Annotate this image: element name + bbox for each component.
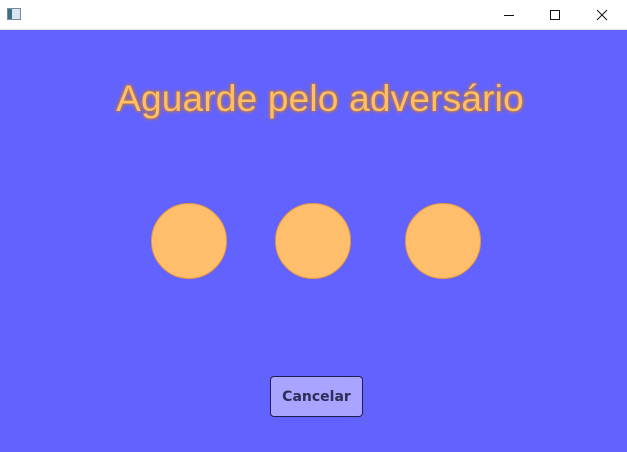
page-title: Aguarde pelo adversário: [116, 78, 524, 119]
cancel-button[interactable]: Cancelar: [270, 376, 363, 417]
title-bar: [0, 0, 627, 30]
close-icon: [596, 9, 608, 20]
minimize-icon: [504, 14, 514, 16]
loading-dot: [151, 203, 227, 279]
maximize-icon: [550, 9, 560, 20]
close-button[interactable]: [579, 0, 625, 29]
maximize-button[interactable]: [532, 0, 578, 29]
app-icon: [7, 8, 21, 20]
app-window: Aguarde pelo adversário Cancelar: [0, 0, 627, 452]
loading-dot: [275, 203, 351, 279]
loading-dot: [405, 203, 481, 279]
waiting-screen: Aguarde pelo adversário Cancelar: [0, 30, 627, 452]
minimize-button[interactable]: [486, 0, 532, 29]
